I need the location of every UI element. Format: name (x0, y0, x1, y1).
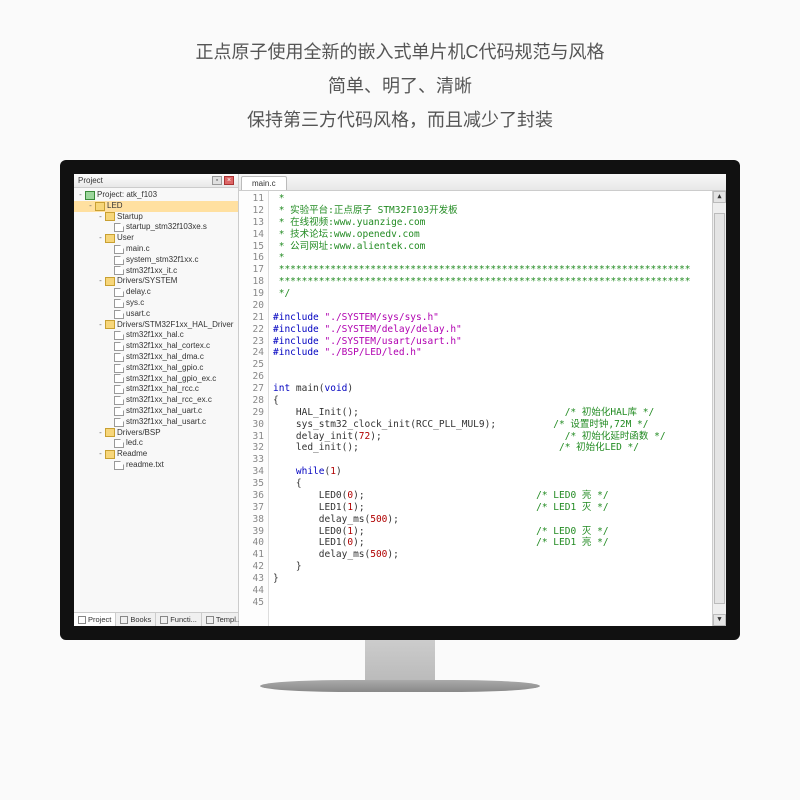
monitor-stand-neck (365, 640, 435, 680)
file-icon (114, 364, 124, 373)
tab-project[interactable]: Project (74, 613, 116, 626)
code-content[interactable]: * * 实验平台:正点原子 STM32F103开发板 * 在线视频:www.yu… (269, 191, 712, 626)
caption-line-3: 保持第三方代码风格，而且减少了封装 (20, 103, 780, 137)
panel-bottom-tabs: Project Books Functi... Templ... (74, 612, 238, 626)
vertical-scrollbar[interactable]: ▲ ▼ (712, 191, 726, 626)
file-icon (114, 461, 124, 470)
file-icon (114, 439, 124, 448)
templates-tab-icon (206, 616, 214, 624)
file-icon (114, 385, 124, 394)
tree-drv-sys[interactable]: Drivers/SYSTEM (117, 276, 177, 287)
file-icon (114, 310, 124, 319)
books-tab-icon (120, 616, 128, 624)
folder-icon (105, 450, 115, 459)
tree-user[interactable]: User (117, 233, 134, 244)
tree-file[interactable]: stm32f1xx_hal_gpio_ex.c (126, 374, 216, 385)
tree-file[interactable]: startup_stm32f103xe.s (126, 222, 207, 233)
caption-line-1: 正点原子使用全新的嵌入式单片机C代码规范与风格 (20, 35, 780, 69)
scroll-up-icon[interactable]: ▲ (713, 191, 726, 203)
functions-tab-icon (160, 616, 168, 624)
tree-root[interactable]: Project: atk_f103 (97, 190, 157, 201)
tree-file[interactable]: readme.txt (126, 460, 164, 471)
tree-readme[interactable]: Readme (117, 449, 147, 460)
tree-file[interactable]: stm32f1xx_hal_usart.c (126, 417, 206, 428)
file-icon (114, 299, 124, 308)
folder-icon (95, 202, 105, 211)
scroll-thumb[interactable] (714, 213, 725, 604)
file-icon (114, 418, 124, 427)
tree-file[interactable]: stm32f1xx_hal_rcc_ex.c (126, 395, 212, 406)
monitor: Project ▫ × -Project: atk_f103 -LED -Sta… (60, 160, 740, 700)
tree-led[interactable]: LED (107, 201, 123, 212)
close-panel-button[interactable]: × (224, 176, 234, 185)
tree-file[interactable]: sys.c (126, 298, 144, 309)
folder-icon (105, 428, 115, 437)
file-icon (114, 256, 124, 265)
file-icon (114, 342, 124, 351)
screen-bezel: Project ▫ × -Project: atk_f103 -LED -Sta… (60, 160, 740, 640)
ide-window: Project ▫ × -Project: atk_f103 -LED -Sta… (74, 174, 726, 626)
code-editor[interactable]: 11 12 13 14 15 16 17 18 19 20 21 22 23 2… (239, 191, 726, 626)
editor-area: main.c 11 12 13 14 15 16 17 18 19 20 21 … (239, 174, 726, 626)
tree-file[interactable]: delay.c (126, 287, 151, 298)
file-icon (114, 374, 124, 383)
tab-functions[interactable]: Functi... (156, 613, 202, 626)
project-panel-title: Project (78, 176, 103, 185)
project-panel: Project ▫ × -Project: atk_f103 -LED -Sta… (74, 174, 239, 626)
tree-file[interactable]: stm32f1xx_hal_uart.c (126, 406, 202, 417)
file-icon (114, 353, 124, 362)
folder-icon (105, 234, 115, 243)
file-icon (114, 223, 124, 232)
editor-tab-main[interactable]: main.c (241, 176, 287, 190)
file-icon (114, 331, 124, 340)
tree-file[interactable]: stm32f1xx_hal_cortex.c (126, 341, 210, 352)
file-icon (114, 266, 124, 275)
tree-file[interactable]: main.c (126, 244, 150, 255)
tab-books[interactable]: Books (116, 613, 156, 626)
tree-file[interactable]: stm32f1xx_hal.c (126, 330, 184, 341)
monitor-stand-base (260, 680, 540, 692)
caption-block: 正点原子使用全新的嵌入式单片机C代码规范与风格 简单、明了、清晰 保持第三方代码… (0, 0, 800, 168)
pin-button[interactable]: ▫ (212, 176, 222, 185)
tree-bsp[interactable]: Drivers/BSP (117, 428, 161, 439)
file-icon (114, 407, 124, 416)
tree-file[interactable]: led.c (126, 438, 143, 449)
line-numbers: 11 12 13 14 15 16 17 18 19 20 21 22 23 2… (239, 191, 269, 626)
tree-hal[interactable]: Drivers/STM32F1xx_HAL_Driver (117, 320, 233, 331)
folder-icon (105, 212, 115, 221)
project-tree[interactable]: -Project: atk_f103 -LED -Startup startup… (74, 188, 238, 612)
project-tab-icon (78, 616, 86, 624)
file-icon (114, 396, 124, 405)
tree-file[interactable]: stm32f1xx_hal_dma.c (126, 352, 204, 363)
scroll-down-icon[interactable]: ▼ (713, 614, 726, 626)
tree-file[interactable]: stm32f1xx_it.c (126, 266, 177, 277)
folder-icon (105, 320, 115, 329)
file-icon (114, 245, 124, 254)
caption-line-2: 简单、明了、清晰 (20, 69, 780, 103)
tree-file[interactable]: usart.c (126, 309, 150, 320)
file-icon (114, 288, 124, 297)
project-panel-header[interactable]: Project ▫ × (74, 174, 238, 188)
tree-startup[interactable]: Startup (117, 212, 143, 223)
editor-tabs: main.c (239, 174, 726, 191)
tree-file[interactable]: system_stm32f1xx.c (126, 255, 198, 266)
folder-icon (105, 277, 115, 286)
tree-file[interactable]: stm32f1xx_hal_rcc.c (126, 384, 199, 395)
tree-file[interactable]: stm32f1xx_hal_gpio.c (126, 363, 203, 374)
project-icon (85, 191, 95, 200)
